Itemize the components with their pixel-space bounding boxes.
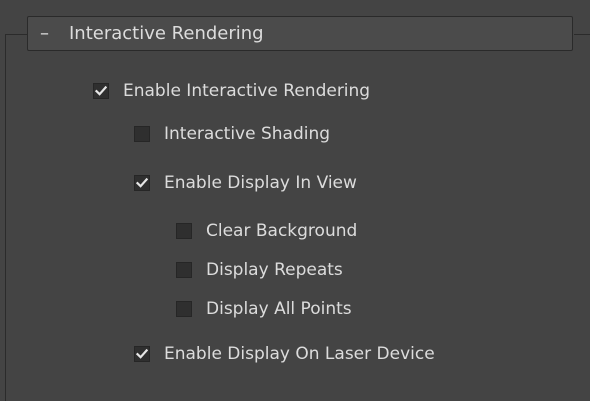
enable-display-on-laser-device-checkbox[interactable]: [134, 346, 150, 362]
interactive-shading-option[interactable]: Interactive Shading: [134, 121, 330, 147]
enable-interactive-rendering-option[interactable]: Enable Interactive Rendering: [93, 78, 370, 104]
group-frame-left-border: [5, 34, 6, 401]
group-frame-top-left-border: [5, 34, 27, 35]
interactive-shading-checkbox[interactable]: [134, 126, 150, 142]
display-repeats-label: Display Repeats: [206, 260, 343, 280]
enable-display-on-laser-device-option[interactable]: Enable Display On Laser Device: [134, 341, 435, 367]
display-all-points-option[interactable]: Display All Points: [176, 296, 352, 322]
group-frame-top-right-border: [574, 34, 590, 35]
display-all-points-checkbox[interactable]: [176, 301, 192, 317]
enable-display-on-laser-device-label: Enable Display On Laser Device: [164, 344, 435, 364]
enable-display-in-view-label: Enable Display In View: [164, 173, 357, 193]
enable-display-in-view-option[interactable]: Enable Display In View: [134, 170, 357, 196]
checkmark-icon: [95, 85, 107, 96]
clear-background-option[interactable]: Clear Background: [176, 218, 357, 244]
clear-background-checkbox[interactable]: [176, 223, 192, 239]
checkmark-icon: [136, 348, 148, 359]
clear-background-label: Clear Background: [206, 221, 358, 241]
enable-interactive-rendering-label: Enable Interactive Rendering: [123, 81, 371, 101]
enable-display-in-view-checkbox[interactable]: [134, 175, 150, 191]
interactive-shading-label: Interactive Shading: [164, 124, 331, 144]
checkmark-icon: [136, 177, 148, 188]
rollout-header[interactable]: – Interactive Rendering: [27, 16, 573, 51]
interactive-rendering-panel: – Interactive Rendering Enable Interacti…: [0, 0, 590, 401]
display-all-points-label: Display All Points: [206, 299, 352, 319]
display-repeats-checkbox[interactable]: [176, 262, 192, 278]
display-repeats-option[interactable]: Display Repeats: [176, 257, 343, 283]
rollout-title: Interactive Rendering: [69, 23, 264, 44]
collapse-toggle-icon[interactable]: –: [40, 17, 49, 50]
enable-interactive-rendering-checkbox[interactable]: [93, 83, 109, 99]
